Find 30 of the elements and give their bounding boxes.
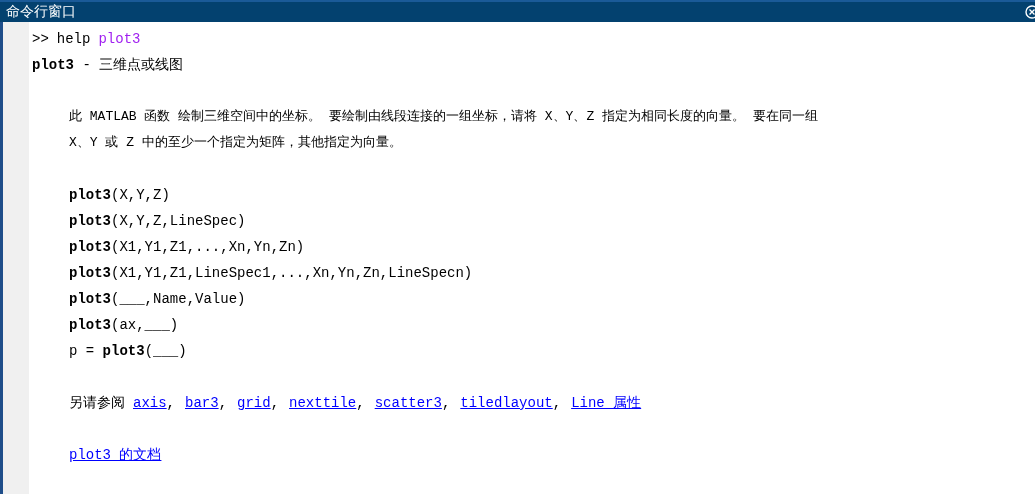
syntax-line: p = plot3(___): [69, 342, 187, 361]
reference-link[interactable]: scatter3: [374, 390, 442, 416]
link-separator: ,: [356, 394, 365, 413]
description-text: 此 MATLAB 函数 绘制三维空间中的坐标。 要绘制由线段连接的一组坐标，请将 X、Y、Z 指定为相同长度的向量。 要在同一组: [69, 108, 818, 126]
syntax-line: plot3(X,Y,Z,LineSpec): [69, 212, 246, 231]
link-separator: ,: [552, 394, 562, 413]
reference-link[interactable]: nexttile: [289, 390, 357, 416]
syntax-line: plot3(ax,___): [69, 316, 179, 335]
prompt-symbol: >>: [32, 30, 49, 49]
reference-link[interactable]: bar3: [185, 390, 219, 416]
see-also-label: 另请参阅: [69, 394, 125, 413]
reference-link[interactable]: Line 属性: [571, 390, 642, 416]
link-separator: ,: [218, 394, 228, 413]
reference-link[interactable]: grid: [237, 390, 271, 416]
description-text: X、Y 或 Z 中的至少一个指定为矩阵，其他指定为向量。: [69, 134, 402, 152]
window-title: 命令行窗口: [6, 3, 76, 21]
syntax-line: plot3(X1,Y1,Z1,LineSpec1,...,Xn,Yn,Zn,LineSpecn): [69, 264, 473, 283]
command-text: help: [56, 30, 91, 49]
link-separator: ,: [441, 394, 451, 413]
link-separator: ,: [166, 394, 175, 413]
documentation-link[interactable]: plot3 的文档: [69, 442, 162, 468]
help-heading: plot3 - 三维点或线图: [32, 56, 184, 75]
reference-link[interactable]: axis: [133, 390, 167, 416]
syntax-line: plot3(X1,Y1,Z1,...,Xn,Yn,Zn): [69, 238, 305, 257]
close-icon[interactable]: [1025, 5, 1035, 19]
link-separator: ,: [270, 394, 280, 413]
command-argument: plot3: [98, 30, 141, 49]
syntax-line: plot3(___,Name,Value): [69, 290, 246, 309]
reference-link[interactable]: tiledlayout: [460, 390, 553, 416]
syntax-line: plot3(X,Y,Z): [69, 186, 170, 205]
